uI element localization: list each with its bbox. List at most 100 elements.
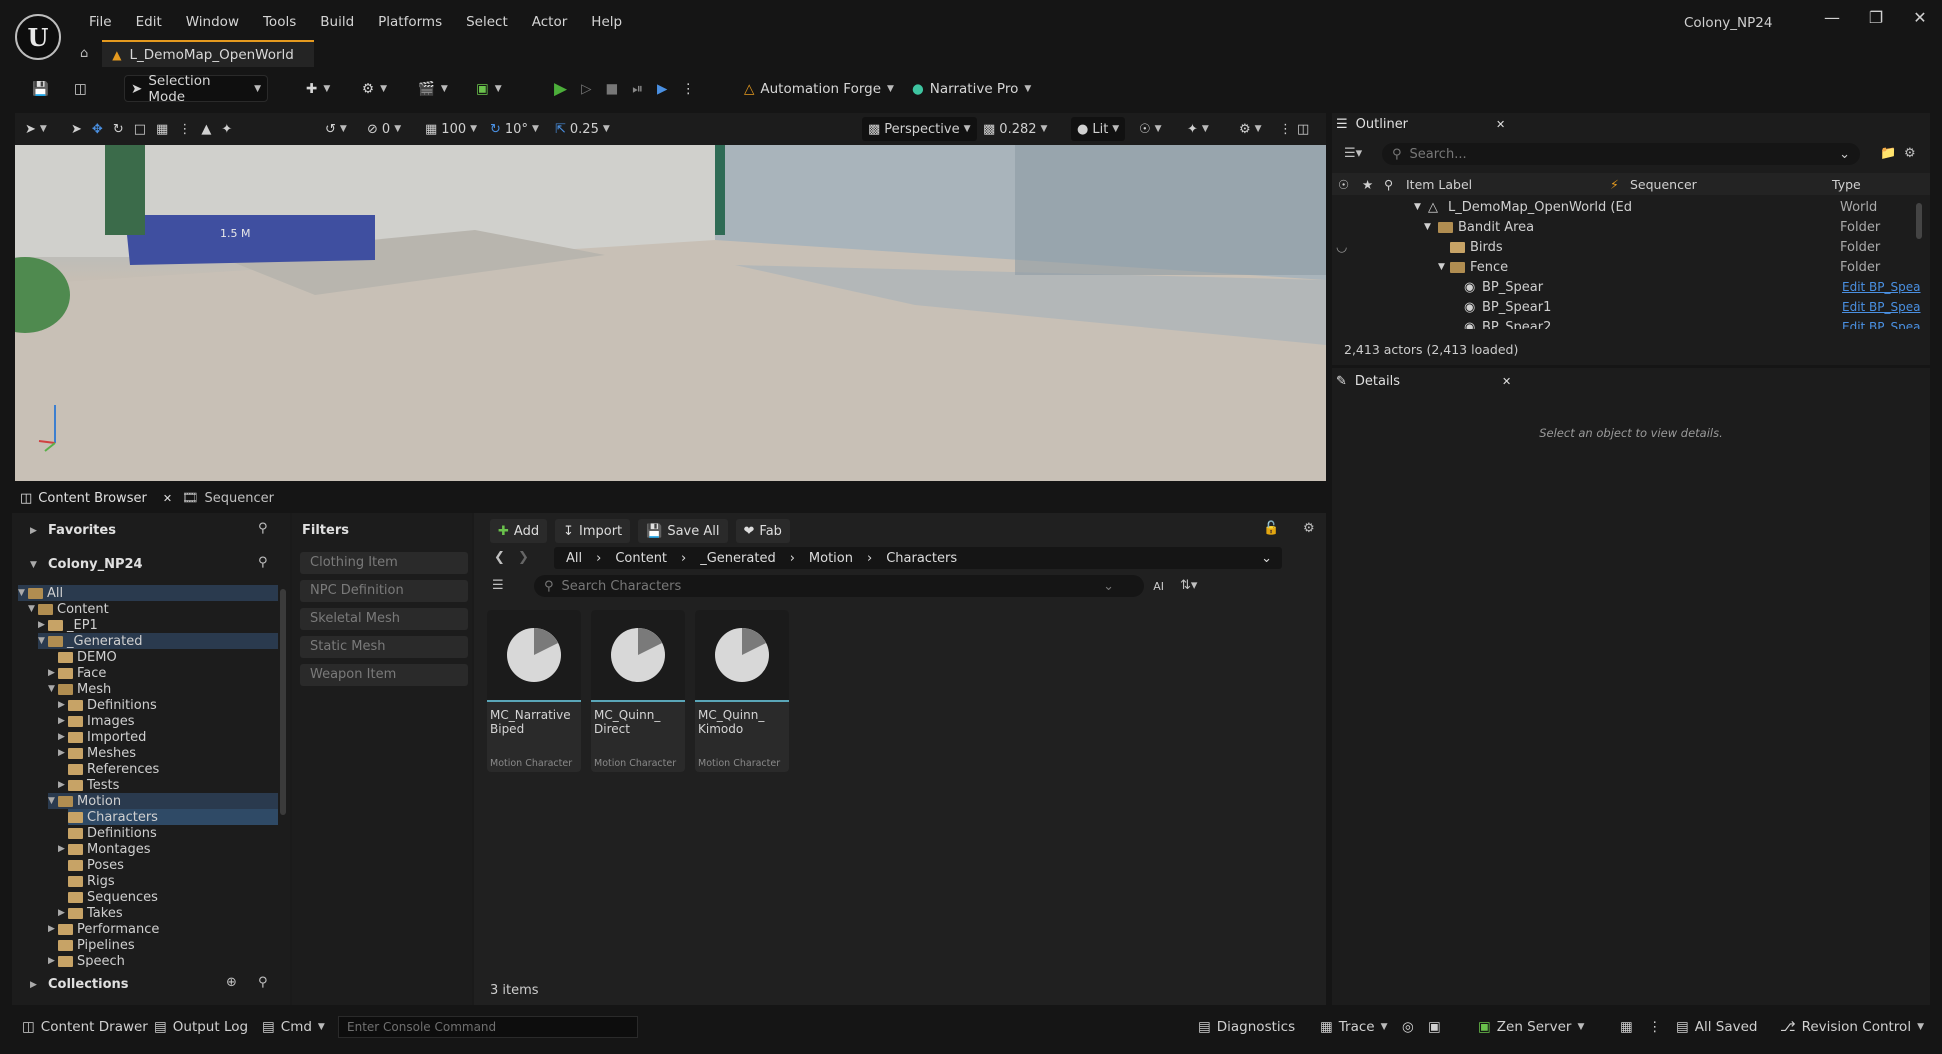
hidden-eye-icon[interactable]: ◡ [1336, 240, 1347, 255]
cinematics-button[interactable]: 🎬 ▼ [412, 75, 454, 102]
breadcrumb-characters[interactable]: Characters [886, 551, 957, 566]
menu-help[interactable]: Help [579, 10, 634, 34]
outliner-row[interactable]: ▼ Bandit Area Folder [1332, 217, 1922, 237]
gear-icon[interactable]: ⚙ [1904, 146, 1916, 161]
add-collection-icon[interactable]: ⊕ [226, 975, 237, 990]
outliner-row[interactable]: ◉ BP_Spear1 Edit BP_Spea [1332, 297, 1922, 317]
grid-snap-toggle[interactable]: ⊘ 0 ▼ [367, 113, 401, 145]
edit-blueprint-link[interactable]: Edit BP_Spea [1842, 300, 1921, 314]
camera-speed-dropdown[interactable]: ▩ 0.282 ▼ [983, 113, 1047, 145]
project-root-header[interactable]: ▼ Colony_NP24 [30, 557, 143, 572]
breadcrumb-content[interactable]: Content [615, 551, 667, 566]
rotate-icon[interactable]: ↻ [113, 122, 124, 137]
save-all-button[interactable]: 💾 Save All [638, 519, 728, 543]
revision-control-dropdown[interactable]: ⎇ Revision Control ▼ [1780, 1012, 1924, 1042]
more-icon[interactable]: ⋮ [178, 122, 191, 137]
search-icon[interactable]: ⚲ [258, 975, 268, 990]
tree-item-ep1[interactable]: ▶ _EP1 [38, 617, 98, 633]
browse-icon[interactable]: ◫ [68, 75, 93, 102]
column-type[interactable]: Type [1832, 177, 1861, 192]
tree-item-motion-definitions[interactable]: Definitions [68, 825, 157, 841]
tab-outliner[interactable]: ☰ Outliner ✕ [1336, 117, 1505, 132]
menu-actor[interactable]: Actor [520, 10, 580, 34]
unreal-logo-icon[interactable]: U [15, 14, 61, 60]
lock-icon[interactable]: 🔓 [1263, 521, 1279, 536]
tree-item-content[interactable]: ▼ Content [28, 601, 109, 617]
stats-icon[interactable]: ▦ [1620, 1012, 1633, 1042]
select-tool-dropdown[interactable]: ➤ ▼ [25, 113, 47, 145]
tree-item-generated[interactable]: ▼ _Generated [38, 633, 278, 649]
rotation-snap-dropdown[interactable]: ↻ 10° ▼ [490, 113, 539, 145]
settings-dropdown[interactable]: ⚙ ▼ [1239, 113, 1262, 145]
more-icon[interactable]: ⋮ [1648, 1012, 1662, 1042]
tree-item-images[interactable]: ▶ Images [58, 713, 135, 729]
tab-details[interactable]: ✎ Details ✕ [1336, 374, 1511, 389]
tab-sequencer[interactable]: 🎞 Sequencer [182, 491, 274, 506]
all-saved-button[interactable]: ▤ All Saved [1676, 1012, 1758, 1042]
search-icon[interactable]: ⚲ [258, 521, 268, 536]
close-icon[interactable]: ✕ [163, 492, 172, 505]
console-input[interactable]: Enter Console Command [338, 1016, 638, 1038]
tab-content-browser[interactable]: ◫ Content Browser ✕ [20, 491, 172, 506]
save-icon[interactable]: 💾 [26, 75, 55, 102]
play-icon[interactable]: ▶ [554, 79, 567, 99]
menu-file[interactable]: File [77, 10, 124, 34]
tree-item-references[interactable]: References [68, 761, 159, 777]
simulate-icon[interactable]: ▶ [657, 81, 667, 97]
tree-item-performance[interactable]: ▶ Performance [48, 921, 159, 937]
diagnostics-button[interactable]: ▤ Diagnostics [1198, 1012, 1295, 1042]
sort-icon[interactable]: ⇅▾ [1180, 578, 1197, 593]
view-mode-dropdown[interactable]: ✦ ▼ [1187, 113, 1209, 145]
fab-button[interactable]: ❤ Fab [735, 519, 790, 543]
grid-size-dropdown[interactable]: ▦ 100 ▼ [425, 113, 477, 145]
add-actor-button[interactable]: ✚ ▼ [300, 75, 336, 102]
minimize-icon[interactable]: — [1810, 8, 1854, 27]
menu-window[interactable]: Window [174, 10, 251, 34]
column-item-label[interactable]: Item Label [1406, 177, 1472, 192]
outliner-scrollbar[interactable] [1916, 203, 1922, 239]
zen-server-dropdown[interactable]: ▣ Zen Server ▼ [1478, 1012, 1584, 1042]
column-sequencer[interactable]: Sequencer [1630, 177, 1697, 192]
snap-icon[interactable]: ▦ [156, 122, 168, 137]
screenshot-icon[interactable]: ▣ [1428, 1012, 1441, 1042]
mode-button[interactable]: ▣ ▼ [470, 75, 508, 102]
outliner-row[interactable]: ▼ △ L_DemoMap_OpenWorld (Ed World [1332, 197, 1922, 217]
tree-scrollbar[interactable] [280, 589, 286, 815]
collections-header[interactable]: ▶ Collections [30, 977, 129, 992]
asset-search-input[interactable]: ⚲ Search Characters ⌄ AI [534, 575, 1164, 597]
content-drawer-button[interactable]: ◫ Content Drawer [22, 1012, 148, 1042]
tree-item-pipelines[interactable]: Pipelines [58, 937, 135, 953]
lit-dropdown[interactable]: ● Lit ▼ [1071, 117, 1126, 141]
menu-platforms[interactable]: Platforms [366, 10, 454, 34]
chevron-down-icon[interactable]: ⌄ [1261, 551, 1272, 566]
tree-item-mesh[interactable]: ▼ Mesh [48, 681, 111, 697]
surface-snap-icon[interactable]: ▲ [201, 122, 211, 137]
tree-item-rigs[interactable]: Rigs [68, 873, 115, 889]
blueprint-button[interactable]: ⚙ ▼ [356, 75, 393, 102]
show-dropdown[interactable]: ☉ ▼ [1139, 113, 1162, 145]
edit-blueprint-link[interactable]: Edit BP_Spea [1842, 280, 1921, 294]
level-viewport[interactable]: 1.5 M [15, 145, 1326, 481]
menu-tools[interactable]: Tools [251, 10, 308, 34]
output-log-button[interactable]: ▤ Output Log [154, 1012, 248, 1042]
filter-skeletal-mesh[interactable]: Skeletal Mesh [300, 608, 468, 630]
stop-icon[interactable]: ■ [605, 81, 618, 97]
eye-icon[interactable]: ☉ [1338, 177, 1349, 192]
tab-level[interactable]: ▲ L_DemoMap_OpenWorld [102, 40, 314, 67]
menu-select[interactable]: Select [454, 10, 520, 34]
breadcrumb-generated[interactable]: _Generated [700, 551, 775, 566]
outliner-search-input[interactable]: ⚲ Search... ⌄ [1382, 143, 1860, 165]
tree-item-mesh-definitions[interactable]: ▶ Definitions [58, 697, 157, 713]
eject-icon[interactable]: ⏯ [632, 81, 643, 97]
outliner-row[interactable]: ◉ BP_Spear2 Edit BP_Spea [1332, 317, 1922, 330]
asset-card[interactable]: MC_Quinn_ Direct Motion Character [591, 610, 685, 772]
tree-item-motion[interactable]: ▼ Motion [48, 793, 278, 809]
tree-item-montages[interactable]: ▶ Montages [58, 841, 151, 857]
record-icon[interactable]: ◎ [1402, 1012, 1414, 1042]
scale-snap-dropdown[interactable]: ⇱ 0.25 ▼ [555, 113, 610, 145]
cmd-dropdown[interactable]: ▤ Cmd ▼ [262, 1012, 325, 1042]
outliner-row[interactable]: ◡ Birds Folder [1332, 237, 1922, 257]
tree-item-sequences[interactable]: Sequences [68, 889, 158, 905]
filter-clothing-item[interactable]: Clothing Item [300, 552, 468, 574]
favorites-header[interactable]: ▶ Favorites [30, 523, 116, 538]
